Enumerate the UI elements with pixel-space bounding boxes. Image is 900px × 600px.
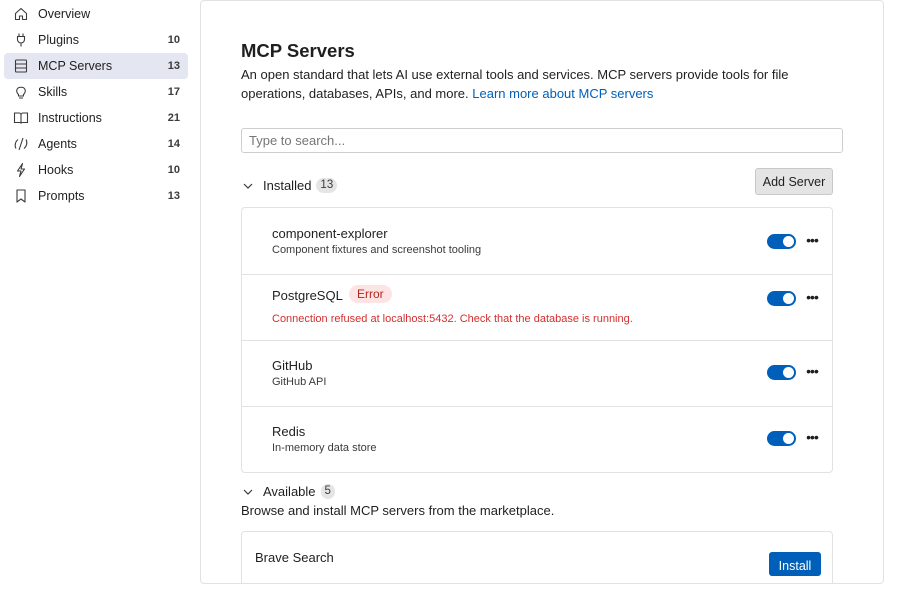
sidebar-item-label: Agents <box>38 137 77 151</box>
sidebar-item-count: 13 <box>167 60 180 72</box>
more-actions-icon[interactable]: ••• <box>804 430 820 445</box>
available-count-badge: 5 <box>320 484 335 499</box>
server-name: PostgreSQL <box>272 288 343 303</box>
installed-server-list: component-explorer Component fixtures an… <box>241 207 833 473</box>
server-row-redis: Redis In-memory data store ••• <box>242 407 832 472</box>
sidebar-item-label: MCP Servers <box>38 59 113 73</box>
lightbulb-icon <box>13 84 29 100</box>
server-name: GitHub <box>272 358 313 373</box>
sidebar-item-overview[interactable]: Overview <box>4 1 188 27</box>
main-panel: MCP Servers An open standard that lets A… <box>200 0 884 584</box>
agent-icon <box>13 136 29 152</box>
home-icon <box>13 6 29 22</box>
install-button[interactable]: Install <box>769 552 821 576</box>
marketplace-server-card: Brave Search Install <box>241 531 833 583</box>
learn-more-link[interactable]: Learn more about MCP servers <box>472 86 653 101</box>
installed-section-toggle[interactable]: Installed 13 <box>241 178 338 193</box>
server-error-message: Connection refused at localhost:5432. Ch… <box>272 313 633 325</box>
book-icon <box>13 110 29 126</box>
sidebar-item-prompts[interactable]: Prompts 13 <box>4 183 188 209</box>
page-description: An open standard that lets AI use extern… <box>241 65 821 103</box>
page-title: MCP Servers <box>241 40 355 61</box>
sidebar-item-count: 17 <box>167 86 180 98</box>
sidebar-item-label: Plugins <box>38 33 79 47</box>
server-row-github: GitHub GitHub API ••• <box>242 341 832 407</box>
sidebar-item-count: 10 <box>167 34 180 46</box>
server-name: component-explorer <box>272 226 388 241</box>
sidebar-item-label: Hooks <box>38 163 74 177</box>
sidebar-item-hooks[interactable]: Hooks 10 <box>4 157 188 183</box>
chevron-down-icon <box>243 489 253 495</box>
server-enable-toggle[interactable] <box>767 365 796 380</box>
more-actions-icon[interactable]: ••• <box>804 364 820 379</box>
server-description: In-memory data store <box>272 442 377 454</box>
available-label: Available <box>263 484 316 499</box>
error-badge: Error <box>349 285 392 303</box>
server-name: Brave Search <box>255 550 334 565</box>
search-input[interactable] <box>241 128 843 153</box>
server-enable-toggle[interactable] <box>767 234 796 249</box>
add-server-button[interactable]: Add Server <box>755 168 833 195</box>
lightning-icon <box>13 162 29 178</box>
sidebar-item-count: 13 <box>167 190 180 202</box>
sidebar-item-agents[interactable]: Agents 14 <box>4 131 188 157</box>
server-enable-toggle[interactable] <box>767 291 796 306</box>
sidebar-item-label: Prompts <box>38 189 85 203</box>
sidebar-item-instructions[interactable]: Instructions 21 <box>4 105 188 131</box>
plug-icon <box>13 32 29 48</box>
server-name: Redis <box>272 424 306 439</box>
more-actions-icon[interactable]: ••• <box>804 290 820 305</box>
sidebar-item-count: 14 <box>167 138 180 150</box>
server-description: GitHub API <box>272 376 327 388</box>
sidebar-item-label: Overview <box>38 7 91 21</box>
server-enable-toggle[interactable] <box>767 431 796 446</box>
installed-label: Installed <box>263 178 312 193</box>
server-description: Component fixtures and screenshot toolin… <box>272 244 482 256</box>
sidebar-item-label: Instructions <box>38 111 102 125</box>
installed-count-badge: 13 <box>316 178 338 193</box>
sidebar-item-mcp-servers[interactable]: MCP Servers 13 <box>4 53 188 79</box>
sidebar-item-skills[interactable]: Skills 17 <box>4 79 188 105</box>
sidebar-item-count: 10 <box>167 164 180 176</box>
sidebar-item-label: Skills <box>38 85 68 99</box>
sidebar: Overview Plugins 10 MCP Servers 13 Skill… <box>0 0 192 600</box>
more-actions-icon[interactable]: ••• <box>804 233 820 248</box>
sidebar-item-plugins[interactable]: Plugins 10 <box>4 27 188 53</box>
chevron-down-icon <box>243 183 253 189</box>
sidebar-item-count: 21 <box>167 112 180 124</box>
bookmark-icon <box>13 188 29 204</box>
server-icon <box>13 58 29 74</box>
server-row-postgresql: PostgreSQL Error Connection refused at l… <box>242 275 832 341</box>
available-section-toggle[interactable]: Available 5 <box>241 484 335 499</box>
available-description: Browse and install MCP servers from the … <box>241 503 555 518</box>
server-row-component-explorer: component-explorer Component fixtures an… <box>242 208 832 275</box>
